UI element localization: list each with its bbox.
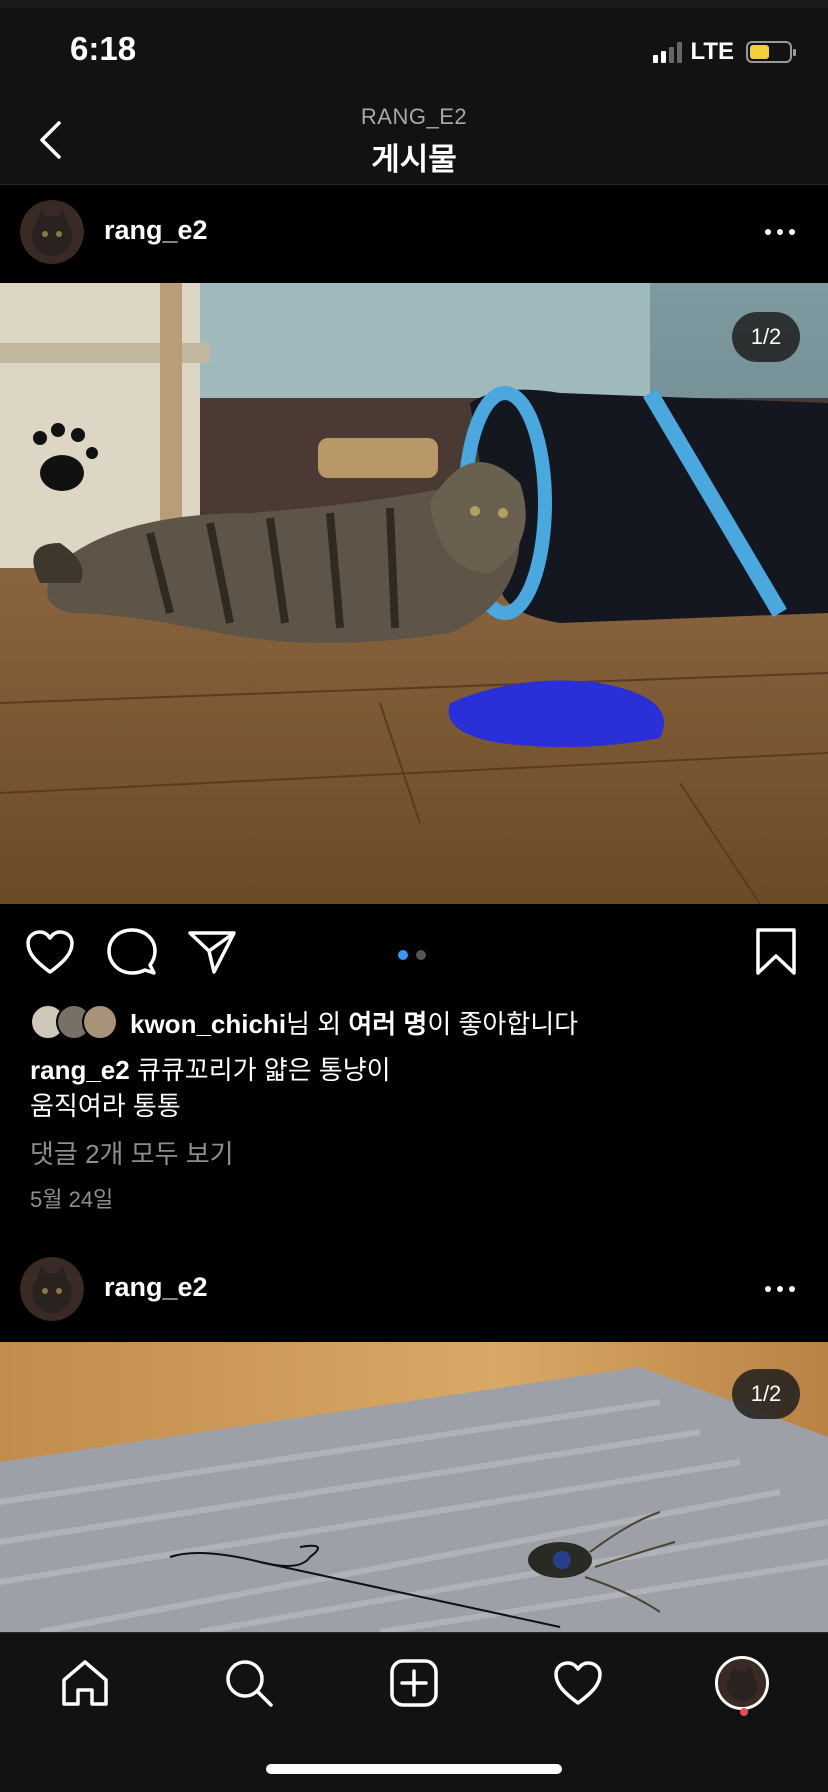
comment-button[interactable] xyxy=(104,924,160,980)
share-button[interactable] xyxy=(184,924,240,980)
carousel-indicator xyxy=(398,950,426,960)
post-actions xyxy=(0,904,828,1000)
caption-username[interactable]: rang_e2 xyxy=(30,1055,130,1085)
bookmark-icon xyxy=(756,928,796,975)
tab-activity[interactable] xyxy=(548,1653,608,1713)
post-username[interactable]: rang_e2 xyxy=(104,215,208,246)
image-counter: 1/2 xyxy=(732,1369,800,1419)
profile-avatar xyxy=(715,1656,769,1710)
header: 6:18 LTE RANG_E2 게시물 xyxy=(0,8,828,185)
comment-icon xyxy=(107,928,157,975)
post-image[interactable]: 1/2 xyxy=(0,1342,828,1632)
status-time: 6:18 xyxy=(70,30,137,67)
tab-profile[interactable] xyxy=(712,1653,772,1713)
avatar[interactable] xyxy=(20,200,84,264)
battery-icon xyxy=(746,41,796,63)
heart-icon xyxy=(26,930,74,974)
like-button[interactable] xyxy=(22,924,78,980)
scrolled-content-strip xyxy=(0,0,828,8)
home-indicator xyxy=(266,1764,562,1774)
post-header: rang_e2 xyxy=(0,1242,828,1336)
more-options-button[interactable] xyxy=(760,1278,800,1300)
likes-row[interactable]: kwon_chichi님 외 여러 명이 좋아합니다 xyxy=(30,1002,578,1042)
more-options-button[interactable] xyxy=(760,221,800,243)
view-all-comments-link[interactable]: 댓글 2개 모두 보기 xyxy=(30,1134,234,1171)
caption-text: 큐큐꼬리가 얇은 통냥이 xyxy=(129,1055,391,1085)
carousel-dot xyxy=(416,950,426,960)
heart-icon xyxy=(554,1661,602,1705)
post-header: rang_e2 xyxy=(0,185,828,279)
rug-feather-photo xyxy=(0,1342,828,1632)
likes-others[interactable]: 여러 명 xyxy=(348,1009,427,1039)
signal-icon xyxy=(653,41,683,63)
send-icon xyxy=(188,931,236,974)
network-label: LTE xyxy=(690,38,734,65)
post-caption: rang_e2 큐큐꼬리가 얇은 통냥이 움직여라 통통 xyxy=(30,1052,800,1124)
carousel-dot-active xyxy=(398,950,408,960)
notification-dot xyxy=(740,1708,748,1716)
nav-subtitle: RANG_E2 xyxy=(360,104,468,129)
liked-by-username[interactable]: kwon_chichi xyxy=(130,1009,286,1039)
post-date: 5월 24일 xyxy=(30,1187,114,1212)
tab-create[interactable] xyxy=(384,1653,444,1713)
post-image[interactable]: 1/2 xyxy=(0,283,828,904)
tab-search[interactable] xyxy=(219,1653,279,1713)
save-button[interactable] xyxy=(748,924,804,980)
likes-text: kwon_chichi님 외 여러 명이 좋아합니다 xyxy=(130,1004,578,1041)
nav-title: 게시물 xyxy=(371,142,457,177)
screen: 6:18 LTE RANG_E2 게시물 rang_e2 1/2 kwon_ch… xyxy=(0,0,828,1792)
liker-avatars xyxy=(30,1004,120,1040)
likes-text-part: 이 좋아합니다 xyxy=(427,1008,579,1039)
tab-home[interactable] xyxy=(55,1653,115,1713)
plus-square-icon xyxy=(390,1659,438,1707)
caption-text-line2: 움직여라 통통 xyxy=(30,1091,181,1121)
post-username[interactable]: rang_e2 xyxy=(104,1272,208,1303)
image-counter: 1/2 xyxy=(732,312,800,362)
liker-avatar xyxy=(82,1004,118,1040)
search-icon xyxy=(226,1660,273,1707)
status-indicators: LTE xyxy=(653,38,796,66)
cat-tunnel-photo xyxy=(0,283,828,904)
avatar[interactable] xyxy=(20,1257,84,1321)
likes-text-part: 님 외 xyxy=(286,1008,349,1039)
home-icon xyxy=(62,1660,108,1706)
